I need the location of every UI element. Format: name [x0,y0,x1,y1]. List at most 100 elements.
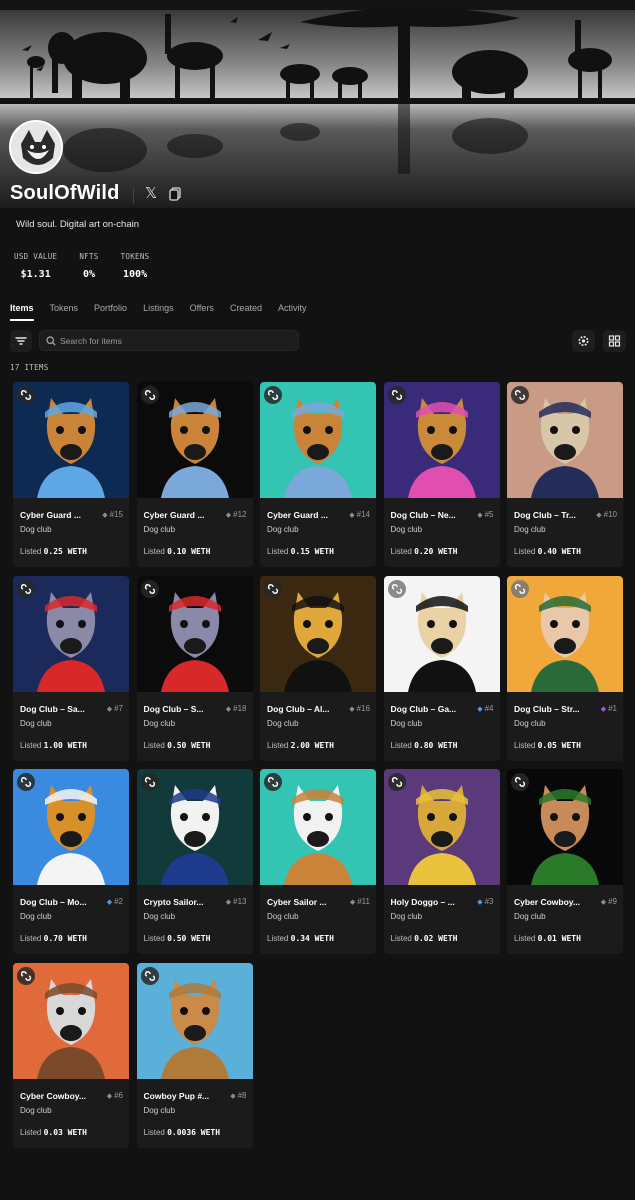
nft-collection: Dog club [20,1105,52,1115]
nft-title: Cyber Sailor ... [267,897,327,907]
nft-listed-price: Listed 0.0036 WETH [144,1128,221,1137]
nft-listed-price: Listed 0.70 WETH [20,934,87,943]
nft-title: Crypto Sailor... [143,897,204,907]
nft-card[interactable]: Dog Club – Str... ◆ #1 Dog club Listed 0.05 … [507,575,623,761]
filter-button[interactable] [10,330,32,352]
rank-number: #10 [603,510,617,519]
price-value: 0.80 WETH [414,740,458,750]
tab-tokens[interactable]: Tokens [50,303,79,321]
link-badge-icon [387,579,406,598]
nft-rank: ◆ #1 [601,704,617,713]
tab-portfolio[interactable]: Portfolio [94,303,127,321]
nft-card[interactable]: Dog Club – Ne... ◆ #5 Dog club Listed 0.20 W… [383,382,500,567]
rank-number: #18 [233,703,247,713]
copy-address-icon[interactable] [169,186,183,202]
price-value: 0.15 WETH [290,547,334,556]
rank-number: #2 [114,897,123,906]
link-badge-icon [17,966,35,985]
nft-card[interactable]: Dog Club – Ga... ◆ #4 Dog club Listed 0.80 W… [383,575,500,761]
listed-label: Listed [143,1127,168,1137]
stat-value: 100% [123,269,148,280]
tab-listings[interactable]: Listings [143,303,174,321]
rarity-diamond-icon: ◆ [477,899,483,906]
nft-listed-price: Listed 0.50 WETH [144,934,211,943]
nft-card[interactable]: Dog Club – Tr... ◆ #10 Dog club Listed 0.40 … [507,382,623,567]
link-badge-icon [387,773,406,791]
rank-number: #8 [237,1090,247,1100]
search-icon [46,336,56,346]
nft-card[interactable]: Cyber Guard ... ◆ #12 Dog club Listed 0.10 W… [136,382,253,567]
rarity-diamond-icon: ◆ [225,512,232,519]
nft-card[interactable]: Dog Club – Al... ◆ #16 Dog club Listed 2.00 … [260,575,376,761]
price-value: 0.25 WETH [43,547,87,556]
price-value: 0.10 WETH [167,547,211,556]
link-badge-icon [511,386,529,404]
nft-title: Dog Club – Al... [267,703,330,714]
search-input[interactable]: Search for items [39,330,299,351]
nft-card[interactable]: Dog Club – Sa... ◆ #7 Dog club Listed 1.00 W… [13,575,129,761]
link-badge-icon [140,966,159,985]
tab-items[interactable]: Items [10,303,34,321]
nft-listed-price: Listed 0.50 WETH [144,741,211,750]
nft-rank: ◆ #6 [107,1091,123,1100]
nft-card[interactable]: Cyber Guard ... ◆ #15 Dog club Listed 0.25 W… [13,382,129,567]
rarity-diamond-icon: ◆ [230,1092,236,1100]
rank-number: #14 [356,510,370,519]
tab-activity[interactable]: Activity [278,303,307,321]
rarity-diamond-icon: ◆ [106,899,113,906]
profile-tabs: Items Tokens Portfolio Listings Offers C… [10,303,322,321]
nft-title: Cyber Cowboy... [20,1090,86,1101]
nft-card[interactable]: Holy Doggo – ... ◆ #3 Dog club Listed 0.02 W… [383,769,500,954]
rank-number: #6 [114,1090,123,1100]
nft-collection: Dog club [20,525,52,534]
nft-collection: Dog club [514,718,546,728]
nft-card[interactable]: Cyber Guard ... ◆ #14 Dog club Listed 0.15 W… [260,382,376,567]
price-value: 0.40 WETH [537,547,581,556]
nft-rank: ◆ #4 [477,704,493,713]
listed-label: Listed [20,934,44,943]
nft-rank: ◆ #5 [477,510,493,519]
nft-rank: ◆ #8 [230,1091,246,1100]
rarity-diamond-icon: ◆ [102,512,108,519]
nft-card[interactable]: Cowboy Pup #... ◆ #8 Dog club Listed 0.0036 … [136,962,253,1148]
nft-collection: Dog club [267,912,299,921]
nft-card[interactable]: Cyber Sailor ... ◆ #11 Dog club Listed 0.34 … [260,769,376,954]
settings-button[interactable] [572,330,595,352]
price-value: 0.50 WETH [167,740,211,750]
nft-rank: ◆ #13 [226,897,247,906]
nft-collection: Dog club [143,1105,176,1115]
search-placeholder: Search for items [60,336,122,346]
listed-label: Listed [514,740,538,750]
stat-label: NFTS [79,252,99,261]
nft-listed-price: Listed 0.10 WETH [144,547,211,556]
price-value: 2.00 WETH [290,740,334,750]
banner-art [0,7,635,174]
nft-card[interactable]: Dog Club – S... ◆ #18 Dog club Listed 0.50 W… [136,575,253,761]
price-value: 1.00 WETH [43,740,87,750]
tab-created[interactable]: Created [230,303,262,321]
nft-rank: ◆ #16 [349,704,370,713]
x-twitter-icon[interactable]: 𝕏 [143,186,159,202]
nft-card[interactable]: Dog Club – Mo... ◆ #2 Dog club Listed 0.70 W… [13,769,129,954]
rank-number: #13 [233,897,247,906]
listed-label: Listed [390,934,415,943]
stat-value: 0% [82,269,95,280]
nft-rank: ◆ #2 [107,897,123,906]
nft-card[interactable]: Cyber Cowboy... ◆ #9 Dog club Listed 0.01 WE… [507,769,623,954]
rarity-diamond-icon: ◆ [349,705,355,713]
nft-card[interactable]: Cyber Cowboy... ◆ #6 Dog club Listed 0.03 WE… [13,962,129,1148]
rank-number: #3 [484,897,494,906]
listed-label: Listed [143,740,168,750]
price-value: 0.02 WETH [414,934,458,943]
profile-avatar [9,120,63,174]
rank-number: #9 [608,897,617,906]
grid-view-button[interactable] [603,330,626,352]
nft-card[interactable]: Crypto Sailor... ◆ #13 Dog club Listed 0.50 … [136,769,253,954]
rarity-diamond-icon: ◆ [477,512,483,519]
nft-title: Cowboy Pup #... [143,1090,210,1101]
profile-bio: Wild soul. Digital art on-chain [16,219,140,230]
price-value: 0.34 WETH [290,934,334,943]
link-badge-icon [140,579,159,598]
nft-collection: Dog club [143,718,176,728]
tab-offers[interactable]: Offers [190,303,214,321]
